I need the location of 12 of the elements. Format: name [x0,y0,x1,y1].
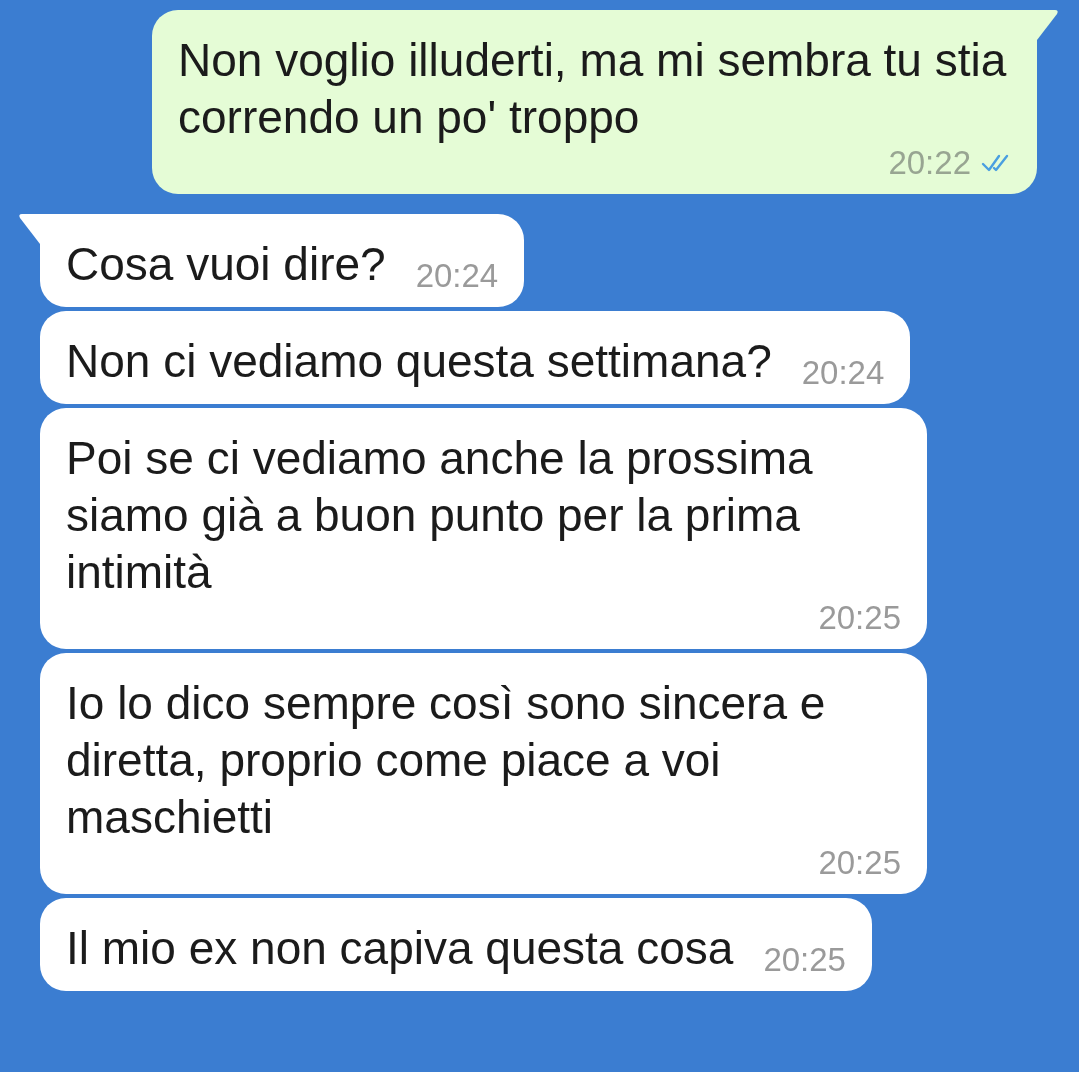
message-text: Cosa vuoi dire? [66,237,386,292]
message-text: Non ci vediamo questa settimana? [66,334,772,389]
message-time: 20:24 [415,259,499,293]
message-text: Non voglio illuderti, ma mi sembra tu stia correndo un po' troppo [178,33,1008,145]
message-text: Poi se ci vediamo anche la prossima siamo già a buon punto per la prima intimità [66,431,814,600]
message-time: 20:22 [888,146,971,180]
message-time: 20:25 [818,601,901,635]
message-text: Io lo dico sempre così sono sincera e diretta, proprio come piace a voi maschietti [66,676,827,845]
message-time: 20:24 [801,356,885,390]
message-text: Il mio ex non capiva questa cosa [66,921,734,976]
message-time: 20:25 [763,943,846,977]
message-time: 20:25 [818,846,901,880]
